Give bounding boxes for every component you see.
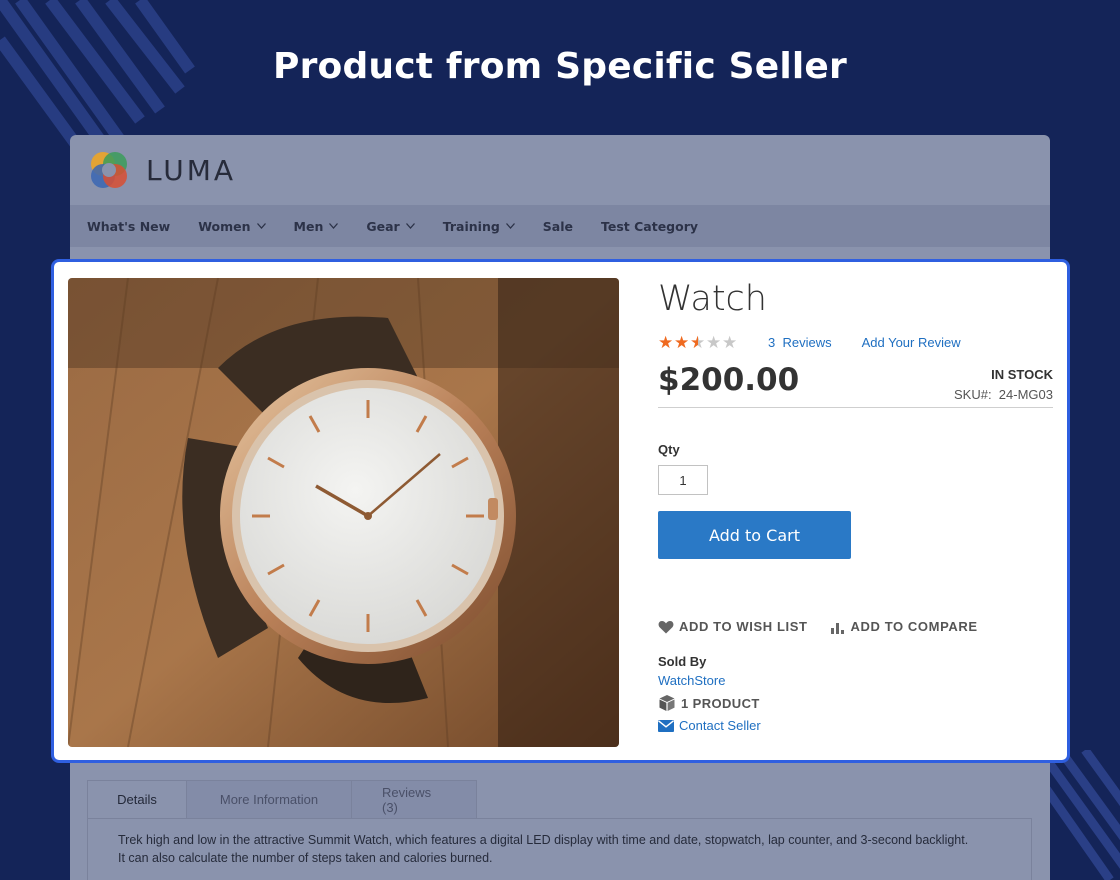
chevron-down-icon: [505, 223, 515, 229]
details-text-line: It can also calculate the number of step…: [118, 851, 493, 865]
seller-product-count: 1 PRODUCT: [658, 694, 1053, 712]
qty-label: Qty: [658, 442, 680, 457]
nav-men[interactable]: Men: [294, 219, 339, 234]
watch-photo: [68, 278, 619, 747]
details-text-line: Trek high and low in the attractive Summ…: [118, 833, 969, 847]
add-to-wishlist-button[interactable]: ADD TO WISH LIST: [658, 619, 808, 634]
product-price: $200.00: [658, 362, 800, 398]
nav-test-category[interactable]: Test Category: [601, 219, 698, 234]
decorative-stripes: [1040, 750, 1120, 880]
nav-gear[interactable]: Gear: [366, 219, 415, 234]
seller-name-link[interactable]: WatchStore: [658, 673, 1053, 688]
stock-status: IN STOCK: [991, 367, 1053, 382]
chevron-down-icon: [405, 223, 415, 229]
wishlist-label: ADD TO WISH LIST: [679, 619, 808, 634]
chevron-down-icon: [329, 223, 339, 229]
main-nav: What's New Women Men Gear Training Sale …: [70, 205, 1050, 247]
envelope-icon: [658, 719, 674, 732]
price-stock-row: $200.00 IN STOCK SKU#: 24-MG03: [658, 356, 1053, 408]
sold-by-label: Sold By: [658, 654, 707, 669]
star-empty-icon: ★: [706, 332, 722, 352]
add-to-compare-button[interactable]: ADD TO COMPARE: [830, 619, 978, 634]
nav-women[interactable]: Women: [198, 219, 266, 234]
reviews-link[interactable]: 3 Reviews: [768, 335, 832, 350]
add-to-cart-button[interactable]: Add to Cart: [658, 511, 851, 559]
tab-details-content: Trek high and low in the attractive Summ…: [87, 818, 1032, 880]
review-summary: ★ ★ ★ ★ ★ 3 Reviews Add Your Review: [658, 332, 1053, 352]
heart-icon: [658, 620, 674, 633]
luma-logo-icon: [91, 152, 127, 188]
qty-input[interactable]: [658, 465, 708, 495]
contact-seller-link[interactable]: Contact Seller: [658, 718, 1053, 733]
star-icon: ★: [674, 332, 690, 352]
nav-sale[interactable]: Sale: [543, 219, 573, 234]
add-review-link[interactable]: Add Your Review: [862, 335, 961, 350]
product-highlight-panel: Watch ★ ★ ★ ★ ★ 3 Reviews Add Your Revie…: [51, 259, 1070, 763]
star-half-icon: ★: [690, 332, 706, 352]
box-icon: [659, 695, 675, 711]
nav-training[interactable]: Training: [443, 219, 515, 234]
product-count-label: 1 PRODUCT: [681, 695, 760, 711]
product-actions: ADD TO WISH LIST ADD TO COMPARE: [658, 619, 1053, 634]
product-title: Watch: [658, 279, 767, 319]
tab-reviews[interactable]: Reviews (3): [351, 780, 477, 818]
star-empty-icon: ★: [722, 332, 738, 352]
product-tabs: Details More Information Reviews (3) Tre…: [87, 780, 1032, 880]
star-icon: ★: [658, 332, 674, 352]
logo-text: LUMA: [146, 153, 237, 187]
tab-more-information[interactable]: More Information: [186, 780, 352, 818]
product-sku: SKU#: 24-MG03: [954, 387, 1053, 402]
nav-whats-new[interactable]: What's New: [87, 219, 170, 234]
store-logo[interactable]: LUMA: [86, 147, 236, 193]
tab-details[interactable]: Details: [87, 780, 187, 818]
chevron-down-icon: [256, 223, 266, 229]
product-info: Watch ★ ★ ★ ★ ★ 3 Reviews Add Your Revie…: [658, 278, 1053, 733]
contact-seller-label: Contact Seller: [679, 718, 761, 733]
page-headline: Product from Specific Seller: [272, 46, 847, 87]
rating-stars: ★ ★ ★ ★ ★: [658, 334, 738, 351]
compare-icon: [830, 622, 844, 634]
product-image[interactable]: [68, 278, 619, 747]
compare-label: ADD TO COMPARE: [850, 619, 978, 634]
